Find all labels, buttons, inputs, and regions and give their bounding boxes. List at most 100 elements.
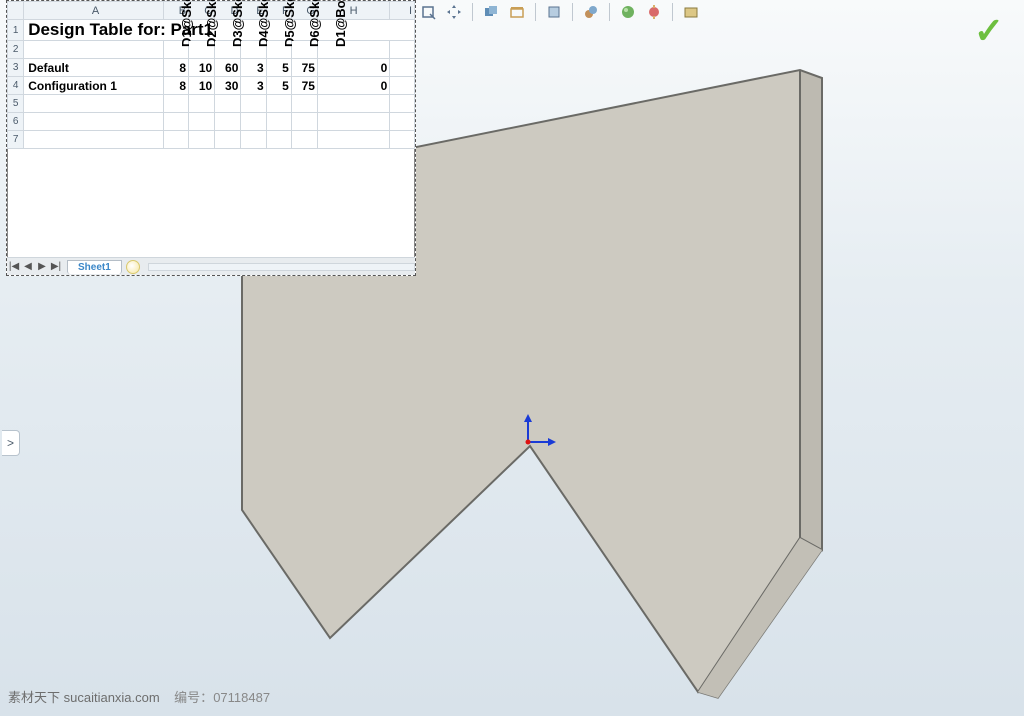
- cell[interactable]: [24, 131, 164, 149]
- design-table-title[interactable]: Design Table for: Part1: [24, 20, 415, 41]
- excel-grid[interactable]: A B C D E F G H I 1 Design Table for: Pa…: [7, 1, 415, 149]
- param-header[interactable]: D5@Sketch1: [266, 41, 291, 59]
- scene-icon[interactable]: [644, 2, 664, 22]
- flyout-tab[interactable]: >: [2, 430, 20, 456]
- cell[interactable]: 0: [317, 77, 389, 95]
- row-header[interactable]: 3: [8, 59, 24, 77]
- cell[interactable]: 5: [266, 77, 291, 95]
- sheet-nav-prev-icon[interactable]: ◀: [21, 261, 35, 272]
- cell[interactable]: [24, 41, 164, 59]
- config-name-cell[interactable]: Configuration 1: [24, 77, 164, 95]
- cell[interactable]: [266, 113, 291, 131]
- row-header[interactable]: 5: [8, 95, 24, 113]
- sheet-tab[interactable]: Sheet1: [67, 260, 122, 274]
- watermark-label: 编号：: [174, 690, 213, 705]
- col-header[interactable]: H: [317, 2, 389, 20]
- zoom-fit-icon[interactable]: [418, 2, 438, 22]
- row-header[interactable]: 1: [8, 20, 24, 41]
- cell[interactable]: [390, 131, 415, 149]
- new-sheet-icon[interactable]: [126, 260, 140, 274]
- cell[interactable]: [266, 131, 291, 149]
- toolbar-separator: [572, 3, 573, 21]
- sheet-nav-next-icon[interactable]: ▶: [35, 261, 49, 272]
- param-header[interactable]: D1@Boss-Extrude1: [317, 41, 389, 59]
- cell[interactable]: [390, 95, 415, 113]
- cell[interactable]: [241, 131, 266, 149]
- cell[interactable]: [215, 113, 241, 131]
- param-header[interactable]: D1@Sketch1: [163, 41, 188, 59]
- toolbar-separator: [535, 3, 536, 21]
- cell[interactable]: 8: [163, 59, 188, 77]
- display-icon[interactable]: [507, 2, 527, 22]
- design-table-window: A B C D E F G H I 1 Design Table for: Pa…: [6, 0, 416, 276]
- accept-checkmark-icon[interactable]: ✓: [974, 10, 1004, 52]
- cell[interactable]: [317, 113, 389, 131]
- col-header[interactable]: I: [390, 2, 415, 20]
- cell[interactable]: [291, 131, 317, 149]
- sheet-scrollbar[interactable]: [148, 263, 415, 271]
- cell[interactable]: [24, 95, 164, 113]
- cell[interactable]: [317, 95, 389, 113]
- param-header[interactable]: D6@Sketch1: [291, 41, 317, 59]
- cell[interactable]: 8: [163, 77, 188, 95]
- appearance-icon[interactable]: [618, 2, 638, 22]
- cell[interactable]: [291, 95, 317, 113]
- cell[interactable]: [24, 113, 164, 131]
- select-all-cell[interactable]: [8, 2, 24, 20]
- view-toolbar: [418, 2, 701, 22]
- cell[interactable]: [163, 95, 188, 113]
- cell[interactable]: 30: [215, 77, 241, 95]
- param-header[interactable]: D4@Sketch1: [241, 41, 266, 59]
- param-header[interactable]: D2@Sketch1: [189, 41, 215, 59]
- cell[interactable]: 75: [291, 77, 317, 95]
- row-header[interactable]: 2: [8, 41, 24, 59]
- cell[interactable]: [317, 131, 389, 149]
- row-header[interactable]: 7: [8, 131, 24, 149]
- config-name-cell[interactable]: Default: [24, 59, 164, 77]
- cell[interactable]: [390, 59, 415, 77]
- table-row: 3 Default 8 10 60 3 5 75 0: [8, 59, 415, 77]
- cell[interactable]: 3: [241, 77, 266, 95]
- cell[interactable]: [189, 131, 215, 149]
- cell[interactable]: [291, 113, 317, 131]
- cell[interactable]: [390, 41, 415, 59]
- col-header[interactable]: A: [24, 2, 164, 20]
- cell[interactable]: [390, 113, 415, 131]
- section-icon[interactable]: [581, 2, 601, 22]
- cell[interactable]: [241, 113, 266, 131]
- cell[interactable]: 3: [241, 59, 266, 77]
- sheet-tab-bar: |◀ ◀ ▶ ▶| Sheet1: [7, 257, 415, 275]
- watermark: 素材天下 sucaitianxia.com 编号：07118487: [8, 687, 270, 706]
- toolbar-separator: [609, 3, 610, 21]
- sheet-nav-last-icon[interactable]: ▶|: [49, 261, 63, 272]
- sheet-nav-first-icon[interactable]: |◀: [7, 261, 21, 272]
- row-header[interactable]: 4: [8, 77, 24, 95]
- table-row: 2 D1@Sketch1 D2@Sketch1 D3@Sketch1 D4@Sk…: [8, 41, 415, 59]
- param-header[interactable]: D3@Sketch1: [215, 41, 241, 59]
- cell[interactable]: [189, 95, 215, 113]
- cell[interactable]: [189, 113, 215, 131]
- settings-icon[interactable]: [681, 2, 701, 22]
- cell[interactable]: 75: [291, 59, 317, 77]
- table-row: 7: [8, 131, 415, 149]
- row-header[interactable]: 6: [8, 113, 24, 131]
- cell[interactable]: 10: [189, 77, 215, 95]
- cell[interactable]: 0: [317, 59, 389, 77]
- cell[interactable]: 10: [189, 59, 215, 77]
- pan-icon[interactable]: [444, 2, 464, 22]
- cell[interactable]: [215, 95, 241, 113]
- cell[interactable]: 60: [215, 59, 241, 77]
- table-row: 4 Configuration 1 8 10 30 3 5 75 0: [8, 77, 415, 95]
- cell[interactable]: [390, 77, 415, 95]
- cell[interactable]: [215, 131, 241, 149]
- cell[interactable]: [163, 113, 188, 131]
- cell[interactable]: [163, 131, 188, 149]
- view-icon[interactable]: [544, 2, 564, 22]
- cell[interactable]: [241, 95, 266, 113]
- cell[interactable]: [266, 95, 291, 113]
- nav-icon[interactable]: [481, 2, 501, 22]
- toolbar-separator: [672, 3, 673, 21]
- cell[interactable]: 5: [266, 59, 291, 77]
- watermark-id: 07118487: [213, 690, 270, 705]
- watermark-site: 素材天下 sucaitianxia.com: [8, 690, 160, 705]
